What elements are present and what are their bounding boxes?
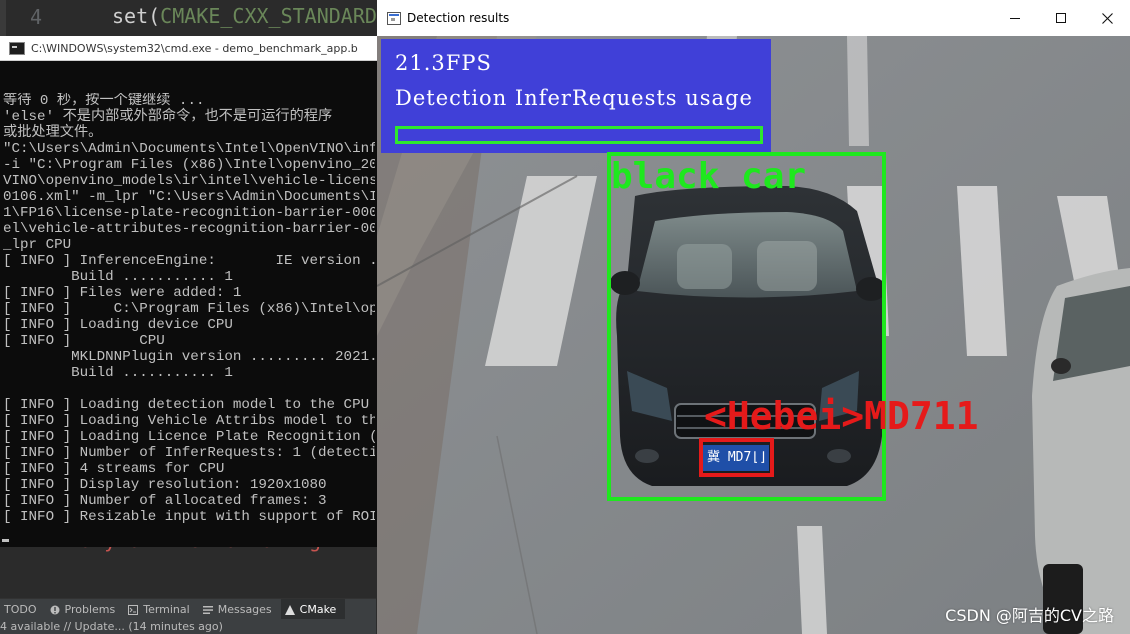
cmd-line: Build ........... 1 (3, 365, 233, 381)
tool-window-cmake[interactable]: CMake (280, 599, 346, 620)
stats-overlay: 21.3FPS Detection InferRequests usage (381, 39, 771, 153)
cmd-line: [ INFO ] Resizable input with support of… (3, 509, 375, 525)
cmake-label: CMake (299, 603, 337, 616)
cmd-line (3, 381, 375, 397)
cmd-line: [ INFO ] CPU (3, 333, 165, 349)
close-button[interactable] (1084, 0, 1130, 36)
cmd-line: [ INFO ] Loading device CPU (3, 317, 233, 333)
cmd-line: 0106.xml" -m_lpr "C:\Users\Admin\Documen… (3, 189, 375, 205)
cmd-line: VINO\openvino_models\ir\intel\vehicle-li… (3, 173, 375, 189)
cmd-line: 'else' 不是内部或外部命令，也不是可运行的程序 (3, 109, 333, 125)
tool-window-todo[interactable]: TODO (0, 599, 46, 620)
tool-window-problems[interactable]: Problems (46, 599, 125, 620)
usage-label: Detection InferRequests usage (395, 86, 753, 110)
code-text: set(CMAKE_CXX_STANDARD (112, 4, 377, 28)
plate-text: 冀 MD7⌊⌋ (707, 450, 767, 465)
cmd-title: C:\WINDOWS\system32\cmd.exe - demo_bench… (31, 41, 358, 55)
editor-gutter (0, 0, 6, 36)
problems-label: Problems (64, 603, 116, 616)
cmd-line: [ INFO ] Loading Vehicle Attribs model t… (3, 413, 375, 429)
plate-label: <Hebei>MD711 (704, 394, 979, 438)
minimize-icon (1010, 18, 1020, 19)
vehicle-label: black car (611, 156, 807, 197)
watermark: CSDN @阿吉的CV之路 (945, 606, 1114, 625)
silver-car (1032, 268, 1130, 634)
fps-counter: 21.3FPS (395, 51, 492, 75)
tool-window-messages[interactable]: Messages (199, 599, 281, 620)
cmd-line: [ INFO ] Number of InferRequests: 1 (det… (3, 445, 375, 461)
usage-bar (395, 126, 763, 144)
cmd-line: [ INFO ] Loading detection model to the … (3, 397, 375, 413)
ide-status-bar: 4 available // Update... (14 minutes ago… (0, 619, 376, 634)
cmd-line: [ INFO ] Number of allocated frames: 3 (3, 493, 327, 509)
cmd-line: Build ........... 1 (3, 269, 233, 285)
problems-icon (50, 605, 60, 614)
tool-window-terminal[interactable]: Terminal (124, 599, 199, 620)
cmd-line: [ INFO ] InferenceEngine: IE version ...… (3, 253, 375, 269)
cmd-line: [ INFO ] Display resolution: 1920x1080 (3, 477, 327, 493)
cmd-line: [ INFO ] Files were added: 1 (3, 285, 242, 301)
cmd-line: [ INFO ] C:\Program Files (x86)\Intel\op… (3, 301, 375, 317)
cmd-line: _lpr CPU (3, 237, 72, 253)
code-editor-line[interactable]: 4 set(CMAKE_CXX_STANDARD (0, 0, 380, 36)
maximize-icon (1056, 13, 1066, 23)
ide-tool-window-bar: TODO Problems Terminal Messages CMake (0, 598, 376, 620)
cmd-line: [ INFO ] Loading Licence Plate Recogniti… (3, 429, 375, 445)
cmd-line: [ INFO ] 4 streams for CPU (3, 461, 225, 477)
messages-icon (202, 605, 213, 614)
terminal-icon (128, 604, 139, 615)
detection-title-bar[interactable]: Detection results (377, 0, 1130, 36)
cmd-line: 或批处理文件。 (3, 125, 103, 141)
cmd-line: "C:\Users\Admin\Documents\Intel\OpenVINO… (3, 141, 375, 157)
cmd-line: 1\FP16\license-plate-recognition-barrier… (3, 205, 375, 221)
cmake-icon (284, 604, 295, 615)
detection-window-title: Detection results (407, 11, 510, 25)
cmd-line: 等待 0 秒，按一个键继续 ... (3, 93, 205, 109)
cmd-window[interactable]: C:\WINDOWS\system32\cmd.exe - demo_bench… (0, 36, 377, 547)
todo-label: TODO (4, 603, 37, 616)
console-icon (9, 41, 25, 55)
messages-label: Messages (217, 603, 272, 616)
maximize-button[interactable] (1038, 0, 1084, 36)
cmd-title-bar[interactable]: C:\WINDOWS\system32\cmd.exe - demo_bench… (0, 36, 377, 61)
cmd-line: MKLDNNPlugin version ......... 2021.4 (3, 349, 375, 365)
detection-results-window[interactable]: Detection results 21.3FPS Detection Infe… (377, 0, 1130, 634)
detection-video-frame: 21.3FPS Detection InferRequests usage bl… (377, 36, 1130, 634)
cmd-cursor (2, 539, 9, 542)
window-app-icon (387, 11, 401, 25)
terminal-label: Terminal (143, 603, 190, 616)
cmd-line: el\vehicle-attributes-recognition-barrie… (3, 221, 375, 237)
minimize-button[interactable] (992, 0, 1038, 36)
line-number: 4 (30, 5, 43, 29)
cmd-output: 等待 0 秒，按一个键继续 ...'else' 不是内部或外部命令，也不是可运行… (3, 93, 375, 525)
cmd-line: -i "C:\Program Files (x86)\Intel\openvin… (3, 157, 375, 173)
close-icon (1101, 12, 1113, 24)
